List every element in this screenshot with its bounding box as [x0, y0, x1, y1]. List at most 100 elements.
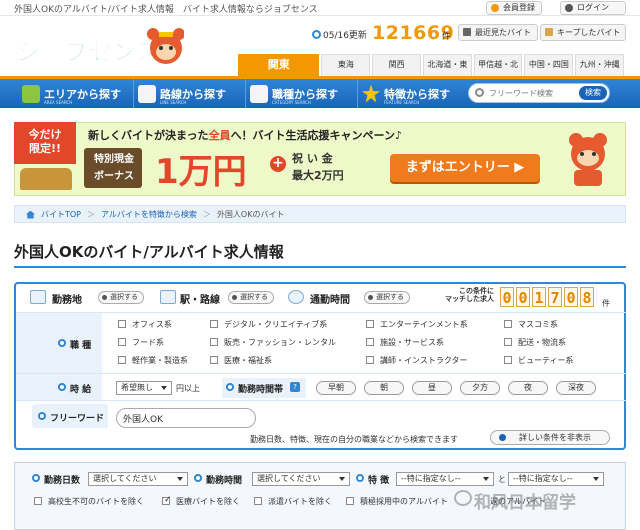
login-button[interactable]: ログイン: [560, 1, 626, 15]
breadcrumb-link-top[interactable]: バイトTOP: [41, 209, 81, 220]
freeword-hint: 勤務日数、特徴、現在の自分の職業などから検索できます: [250, 435, 458, 444]
checkbox[interactable]: [210, 356, 218, 364]
pay-select[interactable]: 希望無し: [116, 381, 172, 395]
job-type-beauty[interactable]: ビューティー系: [518, 355, 574, 366]
help-icon[interactable]: ?: [290, 382, 300, 392]
folder-icon: [545, 28, 553, 36]
checkbox[interactable]: [210, 320, 218, 328]
location-select-button[interactable]: 選択する: [98, 291, 144, 304]
login-icon: [565, 4, 573, 12]
checkbox[interactable]: [366, 338, 374, 346]
tab-chugoku-shikoku[interactable]: 中国・四国: [524, 54, 574, 76]
job-type-service[interactable]: 施設・サービス系: [380, 337, 444, 348]
breadcrumb-link-feature[interactable]: アルバイトを特徴から検索: [101, 209, 197, 220]
checkbox-checked[interactable]: ✓: [162, 495, 172, 505]
match-count-label: この条件に マッチした求人: [445, 287, 494, 303]
kept-jobs-button[interactable]: キープしたバイト: [540, 24, 626, 41]
station-select-button[interactable]: 選択する: [228, 291, 274, 304]
hours-radio[interactable]: [194, 474, 202, 482]
checkbox[interactable]: [118, 356, 126, 364]
nav-line-search[interactable]: 路線から探す LINE SEARCH: [138, 79, 246, 108]
job-type-light-work[interactable]: 軽作業・製造系: [132, 355, 188, 366]
search-input[interactable]: [489, 86, 569, 100]
active-hiring-check[interactable]: 積極採用中のアルバイト: [360, 496, 448, 507]
job-type-food[interactable]: フード系: [132, 337, 164, 348]
tab-koshinetsu-hokuriku[interactable]: 甲信越・北陸: [473, 54, 523, 89]
job-type-sales[interactable]: 販売・ファッション・レンタル: [224, 337, 336, 348]
freeword-input[interactable]: [116, 408, 256, 428]
member-register-button[interactable]: 会員登録: [486, 1, 542, 15]
job-type-entertainment[interactable]: エンターテインメント系: [380, 319, 468, 330]
jobsense-logo[interactable]: ジョブセンス: [14, 24, 185, 72]
tab-hokkaido-tohoku[interactable]: 北海道・東北: [422, 54, 472, 89]
tab-kansai[interactable]: 関西: [372, 54, 421, 76]
time-slot-morning[interactable]: 朝: [364, 381, 404, 395]
divider: [16, 400, 626, 401]
search-button[interactable]: 検索: [579, 86, 607, 100]
checkbox[interactable]: [118, 320, 126, 328]
tab-kyushu-okinawa[interactable]: 九州・沖縄: [575, 54, 624, 76]
exclude-dispatch-check[interactable]: 派遣バイトを除く: [268, 496, 332, 507]
checkbox[interactable]: [504, 356, 512, 364]
checkbox[interactable]: [346, 497, 354, 505]
nav-category-search[interactable]: 職種から探す CATEGORY SEARCH: [250, 79, 358, 108]
commute-select-button[interactable]: 選択する: [364, 291, 410, 304]
recent-jobs-button[interactable]: 最近見たバイト: [458, 24, 538, 41]
station-label: 駅・路線: [180, 295, 220, 306]
hours-select[interactable]: 選択してください: [252, 472, 350, 486]
job-type-logistics[interactable]: 配送・物流系: [518, 337, 566, 348]
freeword-radio[interactable]: [38, 412, 46, 420]
checkbox[interactable]: [366, 320, 374, 328]
toggle-details-button[interactable]: 詳しい条件を非表示: [490, 430, 610, 445]
location-label: 勤務地: [52, 295, 82, 306]
time-slot-radio[interactable]: [226, 383, 234, 391]
pay-radio[interactable]: [58, 383, 66, 391]
nav-feature-search[interactable]: 特徴から探す FEATURE SEARCH: [362, 79, 462, 108]
job-type-medical[interactable]: 医療・福祉系: [224, 355, 272, 366]
commute-label: 通勤時間: [310, 295, 350, 306]
site-tagline: 外国人OKのアルバイト/バイト求人情報 バイト求人情報ならジョブセンス: [14, 5, 318, 15]
job-type-media[interactable]: マスコミ系: [518, 319, 558, 330]
train-icon: [138, 84, 156, 103]
time-slot-evening[interactable]: 夕方: [460, 381, 500, 395]
job-type-radio[interactable]: [58, 339, 66, 347]
tab-tokai[interactable]: 東海: [321, 54, 371, 76]
breadcrumb-current: 外国人OKのバイト: [216, 210, 285, 219]
days-select[interactable]: 選択してください: [88, 472, 188, 486]
match-digit: 7: [548, 287, 562, 307]
map-icon: [22, 84, 40, 103]
star-icon: [362, 84, 380, 103]
feature-select-2[interactable]: --特に指定なし--: [508, 472, 604, 486]
time-slot-early-morning[interactable]: 早朝: [316, 381, 356, 395]
breadcrumb-items: バイトTOP ＞ アルバイトを特徴から検索 ＞ 外国人OKのバイト: [26, 209, 284, 220]
header-search: 検索: [468, 83, 610, 103]
job-type-instructor[interactable]: 講師・インストラクター: [380, 355, 468, 366]
time-slot-night[interactable]: 夜: [508, 381, 548, 395]
days-label: 勤務日数: [44, 476, 81, 486]
job-type-office[interactable]: オフィス系: [132, 319, 172, 330]
job-type-digital[interactable]: デジタル・クリエイティブ系: [224, 319, 327, 330]
time-slot-late-night[interactable]: 深夜: [556, 381, 596, 395]
days-radio[interactable]: [32, 474, 40, 482]
exclude-high-school-check[interactable]: 高校生不可のバイトを除く: [48, 496, 144, 507]
update-date: 05/16更新: [312, 28, 367, 41]
checkbox[interactable]: [210, 338, 218, 346]
exclude-medical-check[interactable]: 医療バイトを除く: [176, 496, 240, 507]
entry-button[interactable]: まずはエントリー ▶: [390, 154, 540, 182]
checkbox[interactable]: [504, 320, 512, 328]
checkbox[interactable]: [366, 356, 374, 364]
plus-icon: +: [270, 156, 286, 172]
checkbox[interactable]: [118, 338, 126, 346]
checkbox[interactable]: [504, 338, 512, 346]
nav-area-search[interactable]: エリアから探す AREA SEARCH: [22, 79, 134, 108]
job-count-unit: 件: [442, 32, 452, 42]
feature-select-1[interactable]: --特に指定なし--: [396, 472, 494, 486]
feature-radio[interactable]: [356, 474, 364, 482]
bear-mascot-icon: [562, 130, 614, 188]
page-title: 外国人OKのバイト/アルバイト求人情報: [14, 243, 284, 261]
banner-title: 新しくバイトが決まった全員へ！バイト生活応援キャンペーン♪: [88, 129, 403, 142]
checkbox[interactable]: [254, 497, 262, 505]
checkbox[interactable]: [34, 497, 42, 505]
time-slot-noon[interactable]: 昼: [412, 381, 452, 395]
tab-kanto[interactable]: 関東: [238, 54, 320, 76]
